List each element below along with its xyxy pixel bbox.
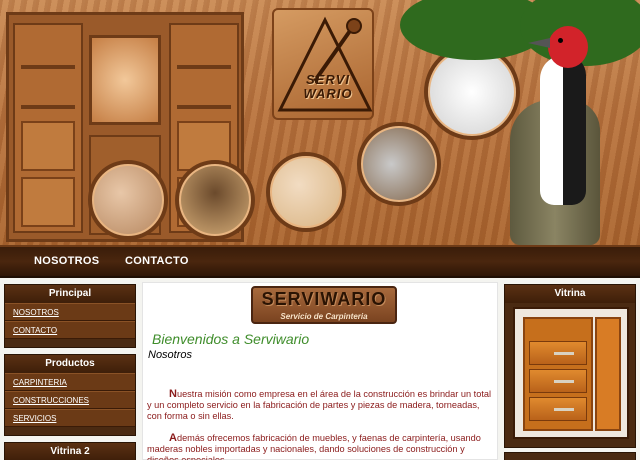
main-content: SERVIWARIO Servicio de Carpinteria Bienv… bbox=[142, 282, 498, 460]
productos-panel: Productos CARPINTERIA CONSTRUCCIONES SER… bbox=[4, 354, 136, 436]
paragraph-initial: A bbox=[169, 432, 177, 444]
productos-panel-title: Productos bbox=[5, 355, 135, 373]
vitrina2-panel: Vitrina 2 bbox=[4, 442, 136, 460]
vitrina-panel-title: Vitrina bbox=[505, 285, 635, 303]
paragraph-text: uestra misión como empresa en el área de… bbox=[147, 389, 492, 421]
header-banner: SERVI WARIO bbox=[0, 0, 640, 245]
sidebar-item-nosotros[interactable]: NOSOTROS bbox=[5, 303, 135, 321]
side-cabinet bbox=[595, 317, 621, 431]
principal-panel-title: Principal bbox=[5, 285, 135, 303]
serviwario-plaque: SERVIWARIO Servicio de Carpinteria bbox=[251, 286, 397, 324]
sidebar-item-contacto[interactable]: CONTACTO bbox=[5, 321, 135, 339]
plaque-title: SERVIWARIO bbox=[261, 289, 387, 309]
logo-line-2: WARIO bbox=[303, 86, 353, 101]
cabinet-center-panel bbox=[89, 35, 161, 125]
nav-nosotros-link[interactable]: NOSOTROS bbox=[34, 255, 99, 267]
principal-panel: Principal NOSOTROS CONTACTO bbox=[4, 284, 136, 348]
logo-line-1: SERVI bbox=[305, 72, 350, 87]
vitrina2-panel-title: Vitrina 2 bbox=[5, 443, 135, 460]
photo-saw-circle bbox=[357, 122, 441, 206]
serviwario-logo: SERVI WARIO bbox=[272, 8, 374, 120]
mission-paragraph: Nuestra misión como empresa en el área d… bbox=[147, 389, 493, 422]
woodpecker-body bbox=[540, 55, 586, 205]
services-paragraph: Además ofrecemos fabricación de muebles,… bbox=[147, 433, 493, 460]
sidebar-item-carpinteria[interactable]: CARPINTERIA bbox=[5, 373, 135, 391]
photo-hammer-circle bbox=[175, 160, 255, 240]
sidebar-item-construcciones[interactable]: CONSTRUCCIONES bbox=[5, 391, 135, 409]
woodpecker-head bbox=[548, 26, 588, 68]
paragraph-text: demás ofrecemos fabricación de muebles, … bbox=[147, 433, 481, 460]
woodpecker-beak bbox=[528, 38, 550, 48]
drawer-unit bbox=[523, 317, 593, 431]
screw-triangle-icon bbox=[277, 16, 373, 112]
cabinet-left-column bbox=[13, 23, 83, 233]
vitrina-furniture-image[interactable] bbox=[513, 307, 629, 439]
sidebar-item-servicios[interactable]: SERVICIOS bbox=[5, 409, 135, 427]
top-navigation: NOSOTROS CONTACTO bbox=[0, 245, 640, 278]
plaque-subtitle: Servicio de Carpinteria bbox=[280, 312, 368, 321]
vitrina-panel: Vitrina bbox=[504, 284, 636, 448]
woodpecker-eye bbox=[558, 38, 563, 43]
paragraph-initial: N bbox=[169, 388, 177, 400]
right-panel-second bbox=[504, 452, 636, 460]
section-heading: Nosotros bbox=[148, 349, 193, 361]
welcome-heading: Bienvenidos a Serviwario bbox=[152, 331, 310, 347]
nav-contacto-link[interactable]: CONTACTO bbox=[125, 255, 189, 267]
photo-measure-circle bbox=[266, 152, 346, 232]
photo-nail-circle bbox=[88, 160, 168, 240]
